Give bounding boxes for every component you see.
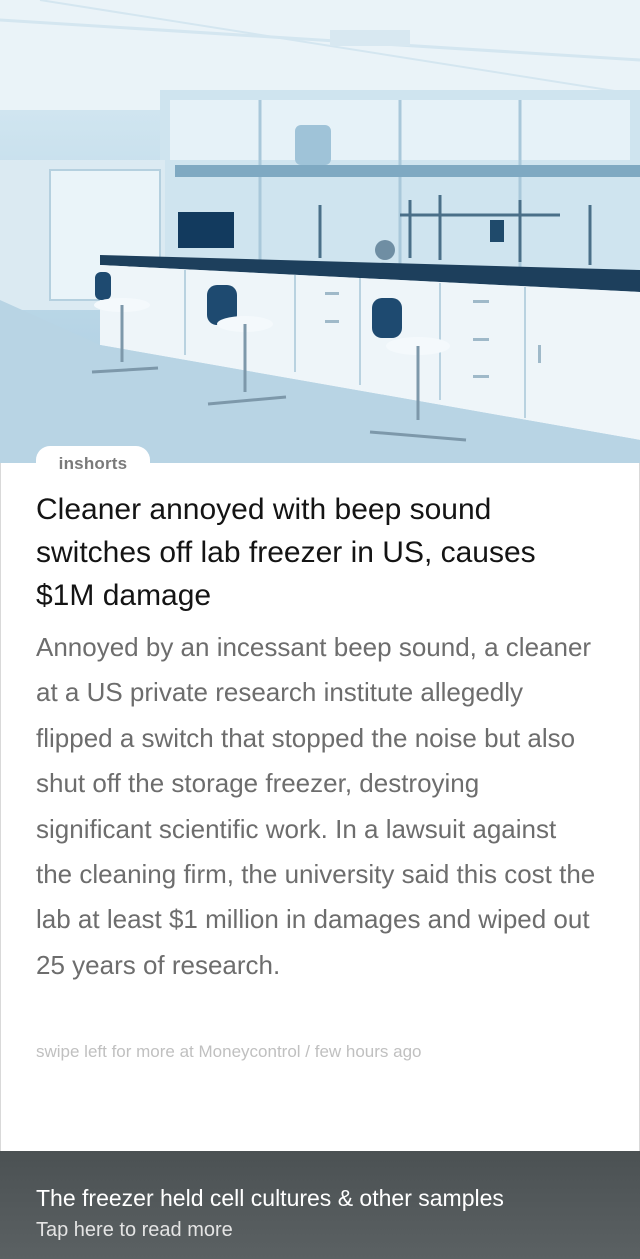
brand-tab: inshorts — [36, 446, 150, 480]
brand-logo: inshorts — [58, 454, 128, 473]
footer-title: The freezer held cell cultures & other s… — [36, 1185, 504, 1211]
article-image — [0, 0, 640, 463]
article-body: Annoyed by an incessant beep sound, a cl… — [36, 632, 596, 980]
article-headline: Cleaner annoyed with beep sound switches… — [36, 493, 536, 612]
article-source-meta[interactable]: swipe left for more at Moneycontrol / fe… — [36, 1042, 422, 1062]
read-more-link[interactable]: Tap here to read more — [36, 1219, 233, 1242]
read-more-footer[interactable]: The freezer held cell cultures & other s… — [0, 1151, 640, 1259]
